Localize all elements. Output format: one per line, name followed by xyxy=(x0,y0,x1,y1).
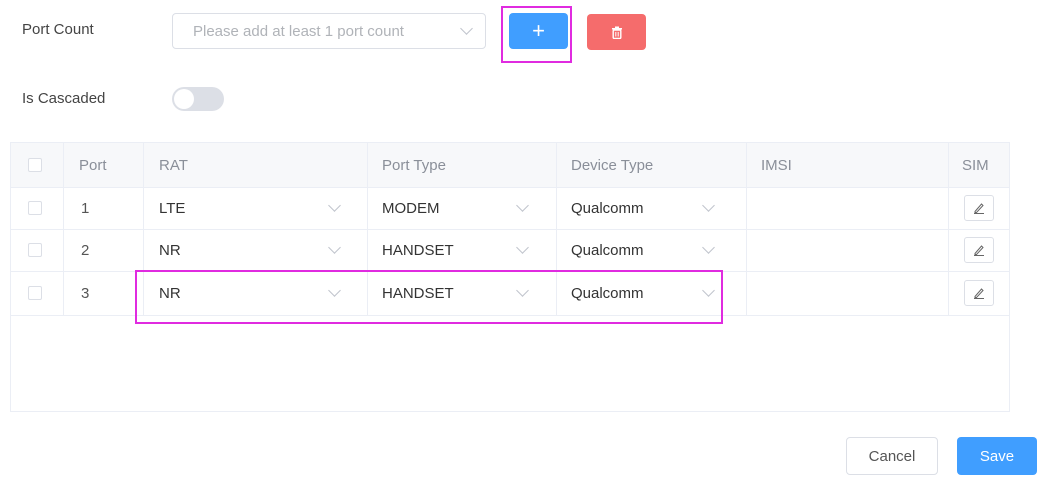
row-checkbox[interactable] xyxy=(28,243,42,257)
port-number: 2 xyxy=(81,241,90,259)
pencil-icon xyxy=(974,203,984,214)
sim-edit-button[interactable] xyxy=(964,237,994,263)
column-divider xyxy=(63,143,64,315)
device-type-value: Qualcomm xyxy=(571,241,644,259)
col-sim: SIM xyxy=(962,156,989,174)
is-cascaded-label: Is Cascaded xyxy=(22,90,106,107)
col-port: Port xyxy=(79,156,107,174)
table-header: Port RAT Port Type Device Type IMSI SIM xyxy=(11,143,1009,188)
chevron-down-icon xyxy=(516,199,529,212)
highlight-row-3 xyxy=(135,270,723,324)
highlight-add-button xyxy=(501,6,572,63)
port-count-select[interactable]: Please add at least 1 port count xyxy=(172,13,486,49)
rat-select[interactable]: LTE xyxy=(159,187,341,229)
port-number: 3 xyxy=(81,284,90,302)
port-type-value: HANDSET xyxy=(382,241,454,259)
delete-port-button[interactable] xyxy=(587,14,646,50)
port-type-select[interactable]: HANDSET xyxy=(382,229,529,271)
toggle-knob xyxy=(174,89,194,109)
table-row: 2 NR HANDSET Qualcomm xyxy=(11,229,1009,272)
row-checkbox[interactable] xyxy=(28,286,42,300)
rat-select[interactable]: NR xyxy=(159,229,341,271)
col-device-type: Device Type xyxy=(571,156,654,174)
pencil-icon xyxy=(974,245,984,256)
chevron-down-icon xyxy=(328,241,341,254)
device-type-select[interactable]: Qualcomm xyxy=(571,187,715,229)
chevron-down-icon xyxy=(702,199,715,212)
table-row: 1 LTE MODEM Qualcomm xyxy=(11,187,1009,230)
is-cascaded-toggle[interactable] xyxy=(172,87,224,111)
trash-icon xyxy=(611,26,622,39)
cancel-button[interactable]: Cancel xyxy=(846,437,938,475)
column-divider xyxy=(746,143,747,315)
row-checkbox[interactable] xyxy=(28,201,42,215)
chevron-down-icon xyxy=(328,199,341,212)
rat-value: LTE xyxy=(159,199,186,217)
port-count-placeholder: Please add at least 1 port count xyxy=(193,22,404,40)
chevron-down-icon xyxy=(460,22,473,35)
device-type-select[interactable]: Qualcomm xyxy=(571,229,715,271)
port-type-select[interactable]: MODEM xyxy=(382,187,529,229)
device-type-value: Qualcomm xyxy=(571,199,644,217)
rat-value: NR xyxy=(159,241,181,259)
col-port-type: Port Type xyxy=(382,156,446,174)
col-imsi: IMSI xyxy=(761,156,792,174)
column-divider xyxy=(948,143,949,315)
save-button[interactable]: Save xyxy=(957,437,1037,475)
pencil-icon xyxy=(974,288,984,299)
select-all-checkbox[interactable] xyxy=(28,158,42,172)
chevron-down-icon xyxy=(516,241,529,254)
port-type-value: MODEM xyxy=(382,199,440,217)
sim-edit-button[interactable] xyxy=(964,195,994,221)
port-number: 1 xyxy=(81,199,90,217)
sim-edit-button[interactable] xyxy=(964,280,994,306)
port-count-label: Port Count xyxy=(22,21,94,38)
col-rat: RAT xyxy=(159,156,188,174)
chevron-down-icon xyxy=(702,241,715,254)
